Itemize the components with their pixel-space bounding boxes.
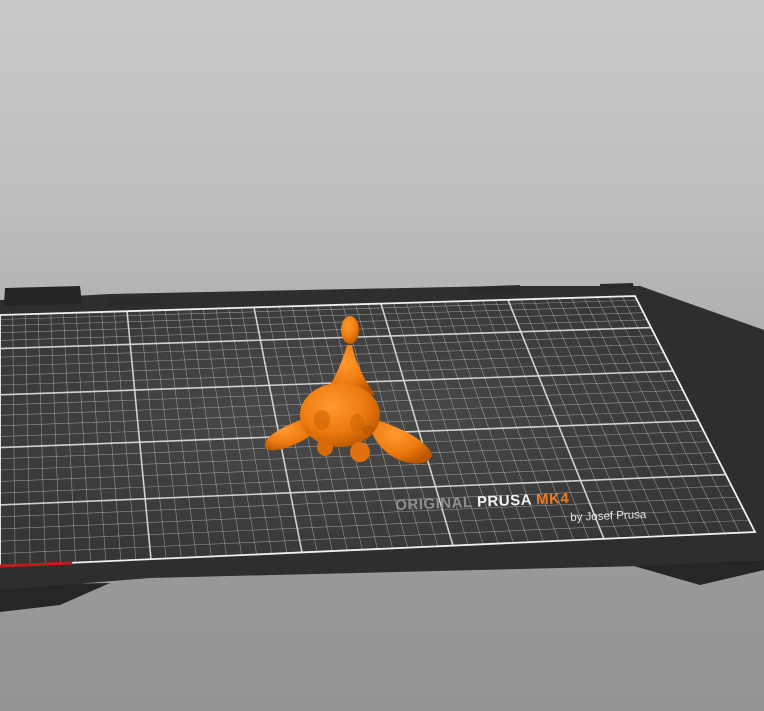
brand-model: MK4 xyxy=(535,490,570,509)
brand-name: PRUSA xyxy=(476,491,532,511)
brand-prefix: ORIGINAL xyxy=(395,493,473,514)
viewport-3d-scene[interactable] xyxy=(0,0,764,711)
